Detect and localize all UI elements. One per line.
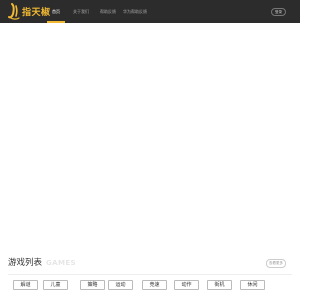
section-divider	[8, 274, 292, 275]
category-casual[interactable]: 休闲	[240, 280, 265, 290]
login-button[interactable]: 登录	[271, 8, 286, 16]
nav-huawei-help-feedback[interactable]: 华为帮助反馈	[120, 0, 150, 23]
category-puzzle[interactable]: 解谜	[13, 280, 38, 290]
top-navigation-bar: 指天椒 首页 关于我们 帮助反馈 华为帮助反馈 登录	[0, 0, 300, 23]
category-kids[interactable]: 儿童	[43, 280, 68, 290]
category-action[interactable]: 动作	[174, 280, 199, 290]
category-racing[interactable]: 竞速	[142, 280, 167, 290]
view-more-button[interactable]: 查看更多	[266, 259, 286, 268]
category-sports[interactable]: 运动	[108, 280, 133, 290]
section-title-english: GAMES	[46, 259, 76, 267]
section-title-text: 游戏列表	[8, 258, 43, 268]
category-filter-row: 解谜 儿童 策略 运动 竞速 动作 街机 休闲	[13, 280, 283, 290]
nav-help-feedback[interactable]: 帮助反馈	[97, 0, 119, 23]
category-arcade[interactable]: 街机	[207, 280, 232, 290]
section-title: 游戏列表 GAMES	[8, 256, 76, 268]
brand-logo[interactable]: 指天椒	[8, 3, 51, 20]
category-strategy[interactable]: 策略	[80, 280, 105, 290]
nav-about-us[interactable]: 关于我们	[70, 0, 92, 23]
chili-logo-icon	[8, 3, 20, 20]
nav-active-indicator	[47, 21, 65, 23]
nav-home[interactable]: 首页	[47, 0, 65, 23]
